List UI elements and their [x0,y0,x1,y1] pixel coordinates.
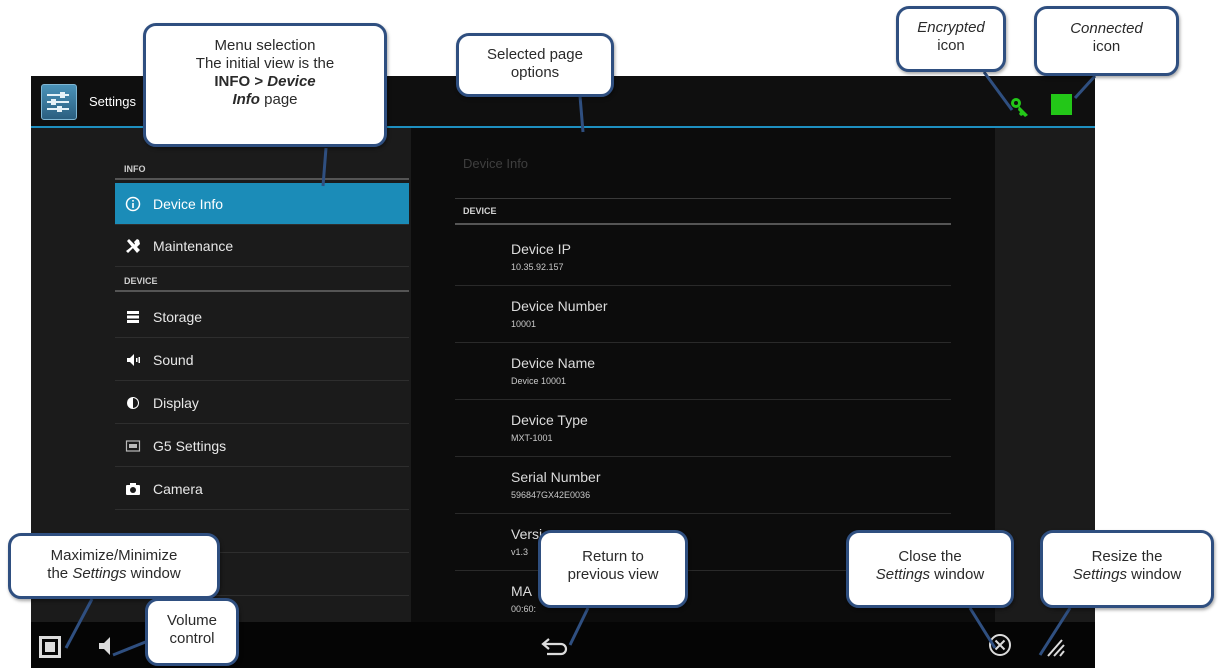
callout-connected: Connected icon [1034,6,1179,76]
storage-icon [125,309,141,325]
callout-line: Encrypted [899,19,1003,37]
callout-selected-page: Selected page options [456,33,614,97]
info-label: MA [511,583,532,599]
callout-line: icon [937,37,965,54]
resize-grip-icon[interactable] [1044,636,1066,658]
callout-line: Volume [166,612,218,629]
callout-line: Settings window [849,566,1011,584]
callout-bold: INFO > [214,73,268,90]
key-icon [1011,98,1028,117]
callout-line: options [510,64,560,81]
callout-encrypted: Encrypted icon [896,6,1006,72]
callout-line: Menu selection [214,37,316,54]
info-row-device-type[interactable]: Device Type MXT-1001 [455,400,951,457]
menu-item-device-info[interactable]: Device Info [115,183,409,225]
close-circle-icon[interactable] [988,633,1012,657]
callout-return: Return to previous view [538,530,688,608]
info-value: 10.35.92.157 [511,262,564,272]
menu-item-sound[interactable]: Sound [115,339,409,381]
info-value: 596847GX42E0036 [511,490,591,500]
menu-item-display[interactable]: Display [115,382,409,424]
callout-text: window [930,566,985,583]
menu-item-maintenance[interactable]: Maintenance [115,225,409,267]
info-label: Device Name [511,355,596,371]
info-value: Device 10001 [511,376,567,386]
display-icon [125,395,141,411]
menu-section-device: DEVICE [115,270,409,292]
menu-item-storage[interactable]: Storage [115,296,409,338]
callout-italic: Settings [875,566,930,583]
menu-item-g5-settings[interactable]: G5 Settings [115,425,409,467]
info-row-device-ip[interactable]: Device IP 10.35.92.157 [455,229,951,286]
camera-icon [125,481,141,497]
info-circle-icon [125,196,141,212]
callout-italic: Connected [1070,20,1143,37]
menu-item-label: Sound [153,352,194,368]
info-value: v1.3 [511,547,529,557]
back-arrow-icon[interactable] [541,636,569,656]
callout-line: the Settings window [11,565,217,583]
menu-item-label: Maintenance [153,238,234,254]
callout-line: Resize the [1091,548,1163,565]
callout-line: previous view [567,566,659,583]
speaker-icon [125,352,141,368]
callout-close: Close the Settings window [846,530,1014,608]
menu-item-label: Display [153,395,199,411]
callout-volume: Volume control [145,598,239,666]
callout-text: window [126,565,181,582]
divider [455,198,951,199]
menu-section-info: INFO [115,158,409,180]
callout-line: icon [1092,38,1121,55]
info-label: Serial Number [511,469,601,485]
callout-text: window [1127,566,1182,583]
callout-menu-selection: Menu selection The initial view is the I… [143,23,387,147]
info-label: Device Number [511,298,608,314]
info-value: 10001 [511,319,537,329]
callout-line: Return to [582,548,644,565]
callout-line: The initial view is the [195,55,335,72]
callout-italic: Settings [72,565,127,582]
settings-app-icon [41,84,77,120]
callout-line: Connected [1037,20,1176,38]
info-value: MXT-1001 [511,433,553,443]
menu-item-label: G5 Settings [153,438,227,454]
menu-item-label: Device Info [153,196,224,212]
menu-item-camera[interactable]: Camera [115,468,409,510]
callout-resize: Resize the Settings window [1040,530,1214,608]
page-section-device: DEVICE [463,206,497,216]
g5-icon [125,438,141,454]
info-row-device-name[interactable]: Device Name Device 10001 [455,343,951,400]
menu-item-label: Storage [153,309,203,325]
volume-icon[interactable] [97,635,119,657]
callout-text: page [259,91,298,108]
callout-line: INFO > Device [146,73,384,91]
divider [455,223,951,225]
callout-bold-italic: Info [232,91,260,108]
connected-icon [1051,94,1072,115]
menu-item-label: Camera [153,481,203,497]
callout-line: Maximize/Minimize [50,547,178,564]
callout-italic: Encrypted [917,19,985,36]
page-title: Device Info [463,156,529,171]
callout-line: Settings window [1043,566,1211,584]
app-title: Settings [89,94,136,109]
info-label: Device IP [511,241,571,257]
tools-icon [125,238,141,254]
callout-line: Selected page [487,46,583,63]
maximize-minimize-icon[interactable] [39,636,61,658]
callout-line: Info page [146,91,384,109]
callout-line: control [169,630,215,647]
callout-text: the [47,565,73,582]
info-label: Device Type [511,412,588,428]
callout-italic: Settings [1072,566,1127,583]
callout-line: Close the [898,548,962,565]
callout-maximize: Maximize/Minimize the Settings window [8,533,220,599]
callout-bold-italic: Device [267,73,316,90]
info-value: 00:60: [511,604,537,614]
info-row-device-number[interactable]: Device Number 10001 [455,286,951,343]
info-row-serial-number[interactable]: Serial Number 596847GX42E0036 [455,457,951,514]
